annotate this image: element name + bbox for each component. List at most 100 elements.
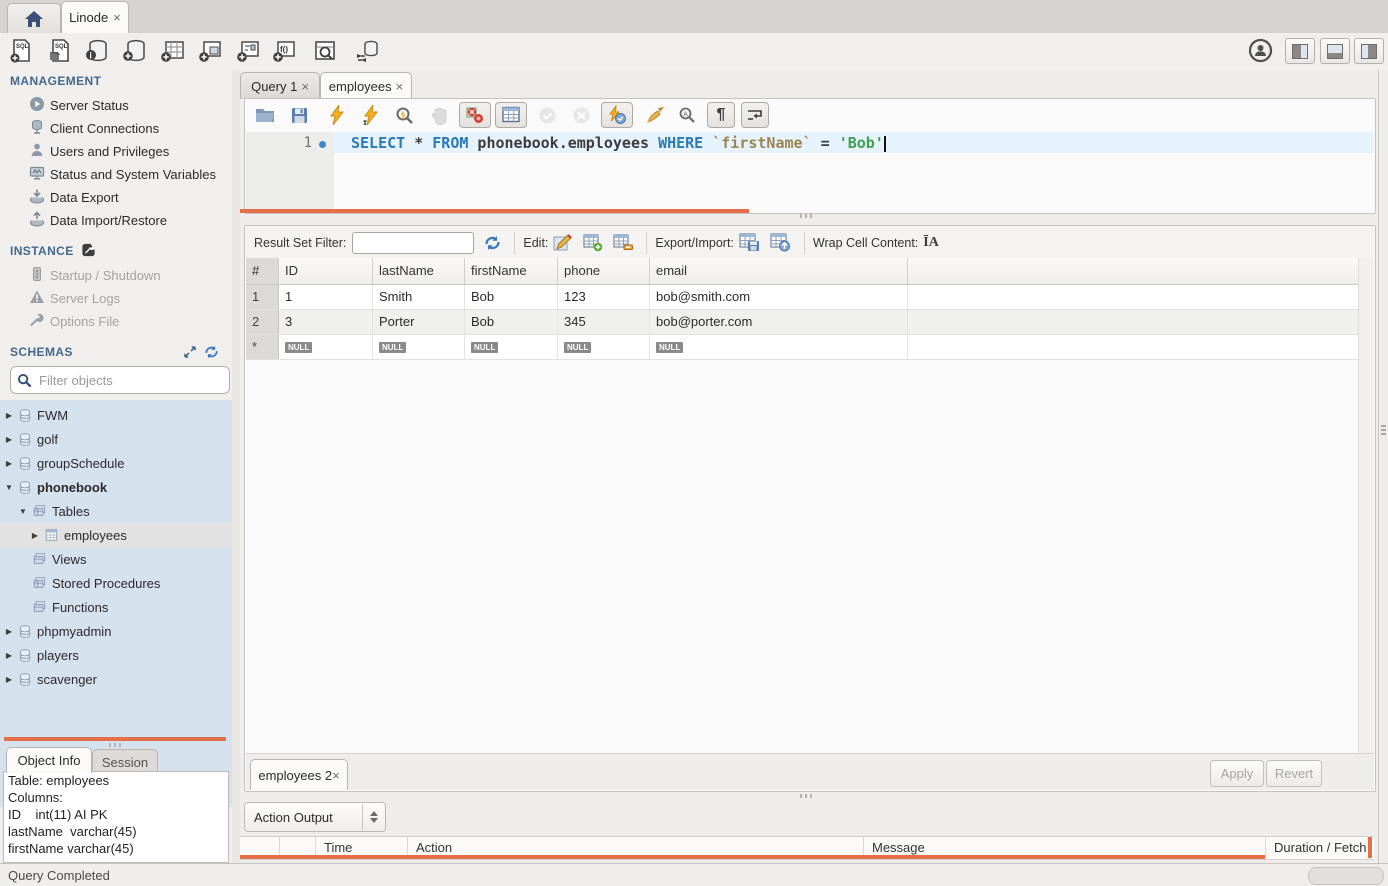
- sidebar-item-data-import[interactable]: Data Import/Restore: [0, 209, 232, 232]
- execute-current-statement-icon[interactable]: [357, 102, 385, 128]
- edit-record-icon[interactable]: [553, 234, 573, 252]
- chevron-right-icon[interactable]: ▶: [4, 411, 14, 420]
- toggle-right-sidebar-icon[interactable]: [1354, 38, 1384, 64]
- sidebar-item-data-export[interactable]: Data Export: [0, 186, 232, 209]
- sidebar-item-status-system-variables[interactable]: Status and System Variables: [0, 163, 232, 186]
- close-icon[interactable]: ×: [332, 768, 340, 783]
- chevron-right-icon[interactable]: ▶: [30, 531, 40, 540]
- output-selector[interactable]: Action Output: [244, 802, 386, 832]
- import-records-icon[interactable]: [770, 233, 791, 252]
- inspect-database-icon[interactable]: i: [82, 37, 112, 65]
- table-row[interactable]: 2 3 Porter Bob 345 bob@porter.com: [246, 310, 1358, 335]
- create-table-icon[interactable]: [158, 37, 188, 65]
- explain-query-icon[interactable]: [391, 102, 419, 128]
- chevron-down-icon[interactable]: ▼: [18, 507, 28, 516]
- column-header-phone[interactable]: phone: [558, 258, 650, 284]
- output-splitter[interactable]: [240, 793, 1374, 798]
- tree-item-golf[interactable]: ▶ golf: [0, 427, 232, 451]
- tree-item-functions[interactable]: Functions: [0, 595, 232, 619]
- chevron-right-icon[interactable]: ▶: [4, 627, 14, 636]
- sidebar-item-client-connections[interactable]: Client Connections: [0, 117, 232, 140]
- revert-button[interactable]: Revert: [1266, 760, 1322, 787]
- sql-statement[interactable]: SELECT * FROM phonebook.employees WHERE …: [351, 134, 886, 152]
- connection-tab[interactable]: Linode ×: [61, 1, 129, 33]
- chevron-right-icon[interactable]: ▶: [4, 651, 14, 660]
- new-row[interactable]: * NULL NULL NULL NULL NULL: [246, 335, 1358, 360]
- output-col-duration[interactable]: Duration / Fetch: [1266, 837, 1374, 859]
- tab-employees-2[interactable]: employees 2 ×: [250, 759, 348, 790]
- save-script-icon[interactable]: [285, 102, 313, 128]
- sidebar-item-server-status[interactable]: Server Status: [0, 94, 232, 117]
- chevron-down-icon[interactable]: ▼: [4, 483, 14, 492]
- create-function-icon[interactable]: f(): [270, 37, 300, 65]
- stop-query-icon[interactable]: [425, 102, 453, 128]
- tree-item-scavenger[interactable]: ▶ scavenger: [0, 667, 232, 691]
- export-recordset-icon[interactable]: [739, 233, 760, 252]
- sidebar-item-users-privileges[interactable]: Users and Privileges: [0, 140, 232, 163]
- tree-item-stored-procedures[interactable]: Stored Procedures: [0, 571, 232, 595]
- chevron-right-icon[interactable]: ▶: [4, 435, 14, 444]
- tab-query-1[interactable]: Query 1 ×: [240, 72, 320, 99]
- column-header-id[interactable]: ID: [279, 258, 373, 284]
- sidebar-item-options-file[interactable]: Options File: [0, 310, 232, 333]
- refresh-schemas-icon[interactable]: [204, 345, 219, 362]
- close-icon[interactable]: ×: [396, 79, 404, 94]
- column-header-lastname[interactable]: lastName: [373, 258, 465, 284]
- tree-item-players[interactable]: ▶ players: [0, 643, 232, 667]
- apply-button[interactable]: Apply: [1210, 760, 1264, 787]
- sidebar-main-splitter[interactable]: [232, 70, 240, 863]
- create-view-icon[interactable]: [196, 37, 226, 65]
- tab-employees[interactable]: employees ×: [320, 72, 412, 99]
- beautify-script-icon[interactable]: [641, 102, 669, 128]
- insert-row-icon[interactable]: [583, 234, 603, 252]
- schema-filter[interactable]: [10, 366, 230, 394]
- table-row[interactable]: 1 1 Smith Bob 123 bob@smith.com: [246, 285, 1358, 310]
- toggle-stop-on-error-icon[interactable]: [459, 102, 491, 128]
- toggle-autocommit-icon[interactable]: [601, 102, 633, 128]
- toggle-left-sidebar-icon[interactable]: [1285, 38, 1315, 64]
- column-header-rownum[interactable]: #: [246, 258, 279, 284]
- schema-filter-input[interactable]: [37, 372, 223, 389]
- close-icon[interactable]: ×: [113, 10, 121, 25]
- toggle-word-wrap-icon[interactable]: [741, 102, 769, 128]
- right-panel-splitter[interactable]: [1378, 70, 1388, 863]
- execute-query-icon[interactable]: [323, 102, 351, 128]
- refresh-results-icon[interactable]: [484, 235, 501, 251]
- tree-item-views[interactable]: Views: [0, 547, 232, 571]
- horizontal-scrollbar-thumb[interactable]: [1308, 867, 1384, 885]
- sidebar-item-server-logs[interactable]: Server Logs: [0, 287, 232, 310]
- limit-rows-icon[interactable]: [495, 102, 527, 128]
- tree-item-tables[interactable]: ▼ Tables: [0, 499, 232, 523]
- commit-icon[interactable]: [533, 102, 561, 128]
- tab-object-info[interactable]: Object Info: [6, 747, 92, 773]
- chevron-right-icon[interactable]: ▶: [4, 459, 14, 468]
- rollback-icon[interactable]: [567, 102, 595, 128]
- toggle-invisible-characters-icon[interactable]: ¶: [707, 102, 735, 128]
- column-header-email[interactable]: email: [650, 258, 908, 284]
- result-filter-input[interactable]: [352, 232, 474, 254]
- tree-item-phonebook[interactable]: ▼ phonebook: [0, 475, 232, 499]
- spinner-icon[interactable]: [363, 811, 385, 823]
- user-lock-icon[interactable]: [1248, 38, 1273, 66]
- new-sql-tab-icon[interactable]: SQL: [6, 37, 36, 65]
- tree-item-groupschedule[interactable]: ▶ groupSchedule: [0, 451, 232, 475]
- open-sql-file-icon[interactable]: SQL: [44, 37, 74, 65]
- editor-results-splitter[interactable]: [240, 213, 1374, 218]
- home-tab[interactable]: [7, 3, 61, 33]
- expand-schemas-icon[interactable]: [183, 345, 197, 362]
- find-icon[interactable]: A: [673, 102, 701, 128]
- close-icon[interactable]: ×: [301, 79, 309, 94]
- sidebar-item-startup-shutdown[interactable]: Startup / Shutdown: [0, 264, 232, 287]
- tree-item-fwm[interactable]: ▶ FWM: [0, 403, 232, 427]
- grid-vertical-scrollbar[interactable]: [1358, 258, 1374, 753]
- delete-row-icon[interactable]: [613, 234, 633, 252]
- tree-item-employees[interactable]: ▶ employees: [0, 523, 232, 547]
- chevron-right-icon[interactable]: ▶: [4, 675, 14, 684]
- wrap-cell-content-icon[interactable]: ĪA: [923, 235, 939, 251]
- reconnect-dbms-icon[interactable]: [352, 37, 382, 65]
- column-header-firstname[interactable]: firstName: [465, 258, 558, 284]
- open-script-icon[interactable]: [251, 102, 279, 128]
- search-data-icon[interactable]: [310, 37, 340, 65]
- tree-item-phpmyadmin[interactable]: ▶ phpmyadmin: [0, 619, 232, 643]
- toggle-bottom-panel-icon[interactable]: [1320, 38, 1350, 64]
